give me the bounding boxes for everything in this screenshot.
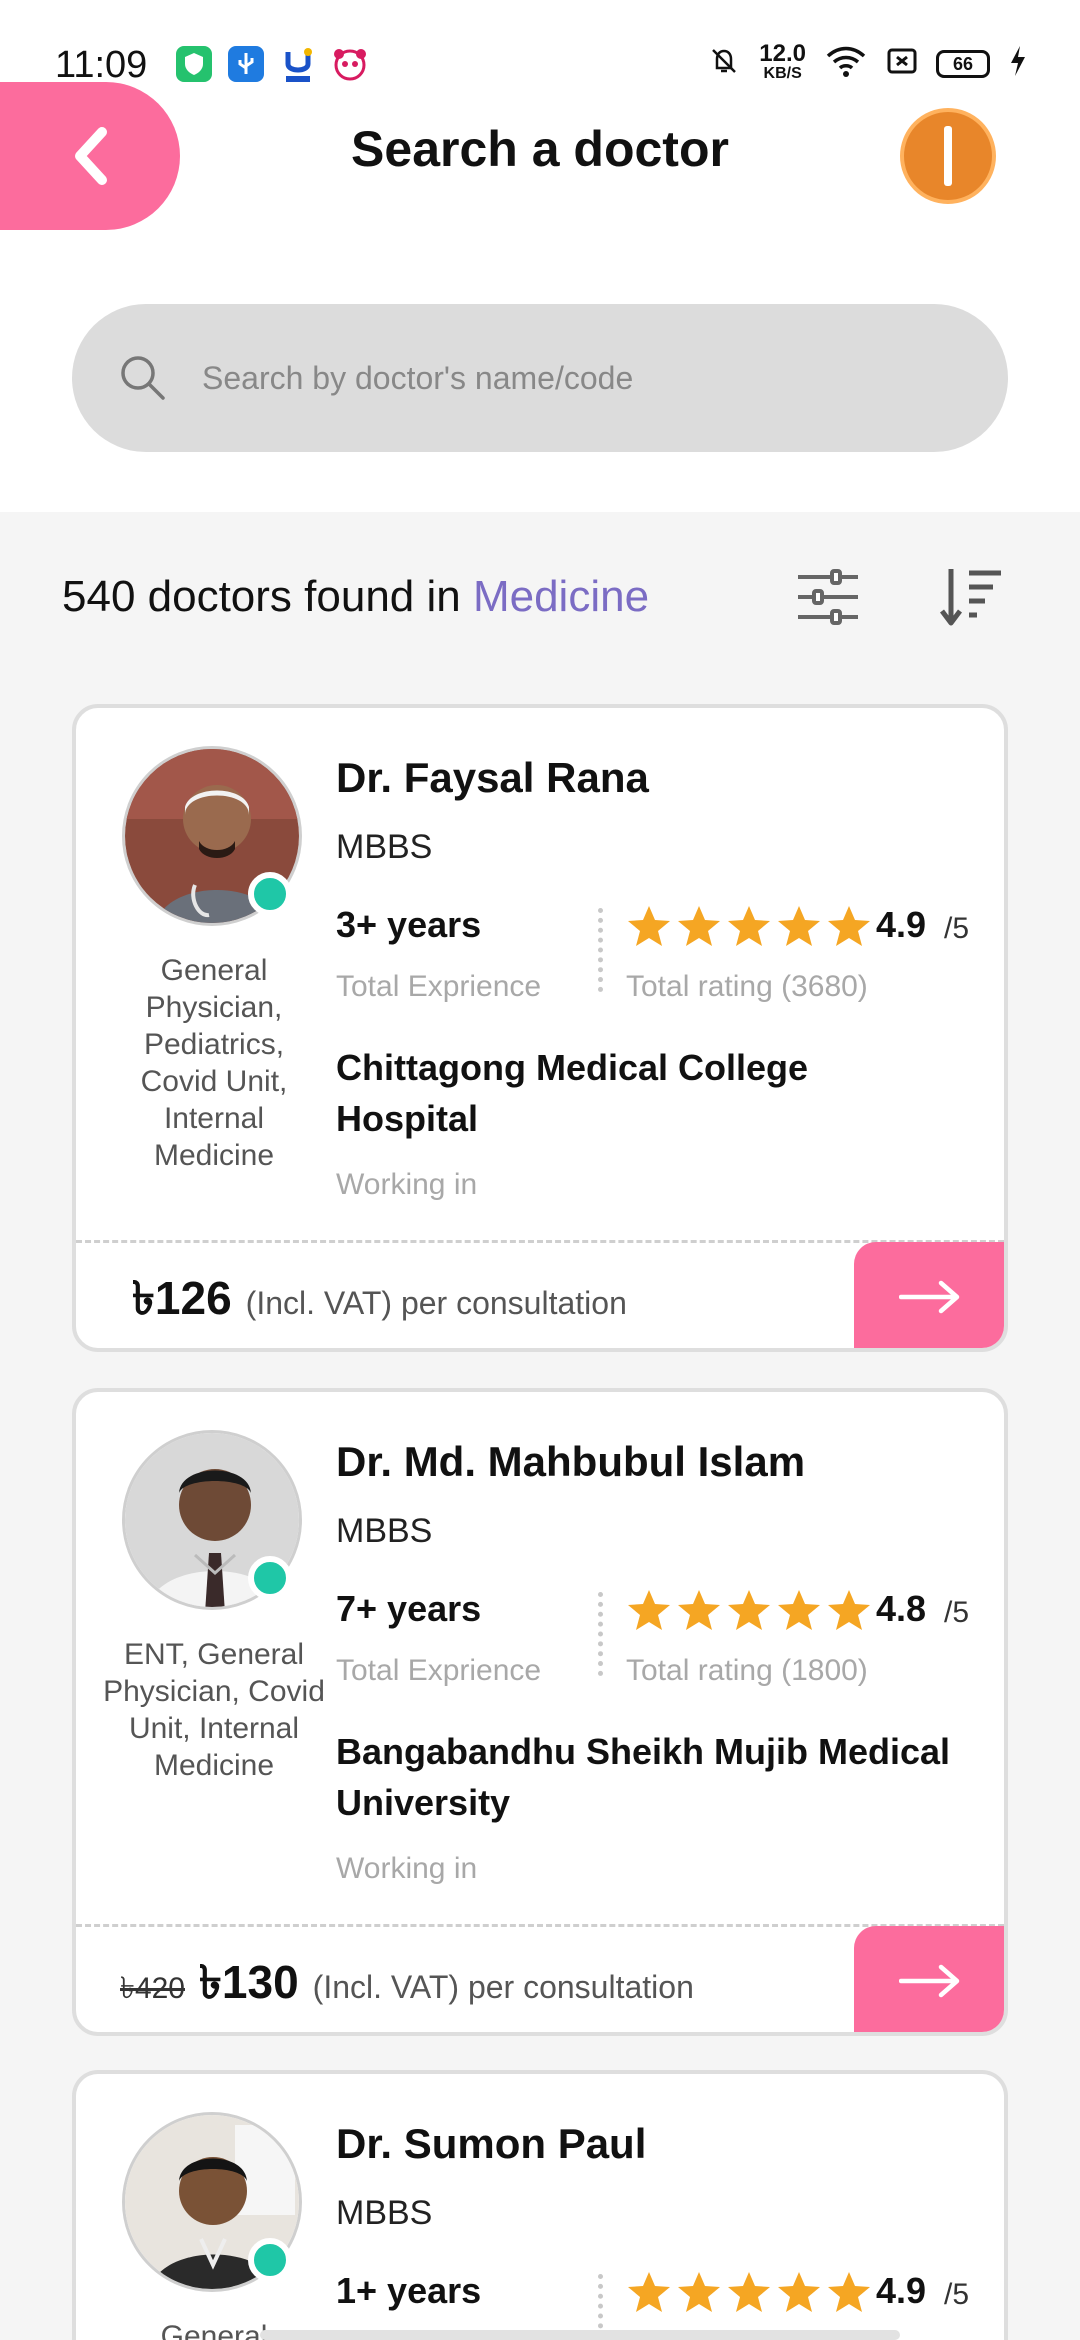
rating-label: Total rating (1800) — [626, 1654, 868, 1687]
doctor-experience: 3+ years — [336, 904, 482, 945]
rating-value: 4.9 — [876, 904, 927, 945]
panda-icon — [332, 46, 368, 82]
status-time: 11:09 — [55, 44, 148, 86]
battery-icon: 66 — [936, 50, 990, 78]
speed-unit: KB/S — [763, 65, 802, 82]
original-price: ৳420 — [120, 1972, 185, 2005]
doctor-name: Dr. Sumon Paul — [336, 2120, 647, 2167]
star-icon — [828, 1590, 870, 1630]
rating-stars — [626, 2270, 872, 2314]
star-icon — [778, 2272, 820, 2312]
rating-label: Total rating (3680) — [626, 970, 868, 1003]
view-doctor-button[interactable] — [854, 1242, 1004, 1348]
star-icon — [628, 906, 670, 946]
header-area: 11:09 12.0 KB/S 66 Search a doctor Searc… — [0, 0, 1080, 512]
star-icon — [728, 1590, 770, 1630]
user-avatar[interactable] — [900, 108, 996, 204]
rating-max: /5 — [944, 1596, 970, 1629]
wifi-icon — [824, 44, 868, 84]
star-icon — [778, 906, 820, 946]
doctor-degree: MBBS — [336, 2194, 433, 2232]
experience-label: Total Exprience — [336, 970, 542, 1003]
filter-button[interactable] — [793, 565, 863, 629]
search-input[interactable] — [202, 359, 962, 397]
vat-label: (Incl. VAT) per consultation — [245, 1285, 627, 1321]
star-icon — [728, 906, 770, 946]
sort-button[interactable] — [936, 565, 1006, 629]
working-in-label: Working in — [336, 1168, 478, 1201]
consultation-price: ৳130 — [199, 1956, 299, 2008]
doctor-name: Dr. Md. Mahbubul Islam — [336, 1438, 806, 1485]
doctor-degree: MBBS — [336, 1512, 433, 1550]
upay-icon — [280, 46, 316, 82]
sim-icon — [886, 45, 918, 83]
dashed-divider — [76, 1924, 1004, 1927]
star-icon — [828, 906, 870, 946]
doctor-experience: 7+ years — [336, 1588, 482, 1629]
vat-label: (Incl. VAT) per consultation — [312, 1969, 694, 2005]
doctor-degree: MBBS — [336, 828, 433, 866]
divider — [598, 908, 603, 992]
rating-value: 4.9 — [876, 2270, 927, 2311]
working-in-label: Working in — [336, 1852, 478, 1885]
doctor-hospital: Chittagong Medical College Hospital — [336, 1047, 809, 1139]
rating-value: 4.8 — [876, 1588, 927, 1629]
mute-icon — [707, 44, 741, 84]
rating-max: /5 — [944, 2278, 970, 2311]
doctor-card[interactable]: ENT, General Physician, Covid Unit, Inte… — [72, 1388, 1008, 2036]
rating-max: /5 — [944, 912, 970, 945]
sort-icon — [940, 569, 1001, 626]
results-count: 540 doctors found in Medicine — [62, 572, 649, 622]
charging-icon — [1008, 44, 1028, 84]
network-speed: 12.0 KB/S — [759, 40, 806, 84]
search-bar[interactable] — [72, 304, 1008, 452]
online-indicator — [248, 872, 292, 916]
star-icon — [678, 906, 720, 946]
star-icon — [628, 2272, 670, 2312]
consultation-price: ৳126 — [132, 1272, 232, 1324]
doctor-hospital: Bangabandhu Sheikh Mujib Medical Univers… — [336, 1731, 951, 1823]
star-icon — [678, 1590, 720, 1630]
doctor-specialties: ENT, General Physician, Covid Unit, Inte… — [103, 1638, 325, 1782]
view-doctor-button[interactable] — [854, 1926, 1004, 2032]
rating-stars — [626, 1588, 872, 1632]
doctor-name: Dr. Faysal Rana — [336, 754, 649, 801]
usb-icon — [228, 46, 264, 82]
star-icon — [628, 1590, 670, 1630]
arrow-right-icon — [899, 1280, 960, 1314]
results-category[interactable]: Medicine — [473, 572, 649, 621]
search-icon — [121, 356, 165, 400]
online-indicator — [248, 2238, 292, 2282]
results-count-text: 540 doctors found in — [62, 572, 473, 621]
online-indicator — [248, 1556, 292, 1600]
star-icon — [778, 1590, 820, 1630]
dashed-divider — [76, 1240, 1004, 1243]
shield-icon — [176, 46, 212, 82]
doctor-card[interactable]: General Physician, Pediatrics, Covid Uni… — [72, 704, 1008, 1352]
star-icon — [678, 2272, 720, 2312]
doctor-card[interactable]: General Dr. Sumon Paul MBBS 1+ years 4.9… — [72, 2070, 1008, 2340]
arrow-right-icon — [899, 1964, 960, 1998]
star-icon — [828, 2272, 870, 2312]
star-icon — [728, 2272, 770, 2312]
scroll-overlay — [260, 2330, 900, 2340]
price-row: ৳126 (Incl. VAT) per consultation — [132, 1264, 627, 1340]
doctor-experience: 1+ years — [336, 2270, 482, 2311]
sliders-icon — [798, 569, 858, 625]
experience-label: Total Exprience — [336, 1654, 542, 1687]
price-row: ৳420 ৳130 (Incl. VAT) per consultation — [120, 1948, 694, 2024]
doctor-specialties: General Physician, Pediatrics, Covid Uni… — [140, 954, 288, 1172]
divider — [598, 1592, 603, 1676]
speed-value: 12.0 — [759, 40, 806, 67]
rating-stars — [626, 904, 872, 948]
avatar-glyph — [944, 126, 952, 186]
status-right: 12.0 KB/S 66 — [707, 40, 1028, 84]
